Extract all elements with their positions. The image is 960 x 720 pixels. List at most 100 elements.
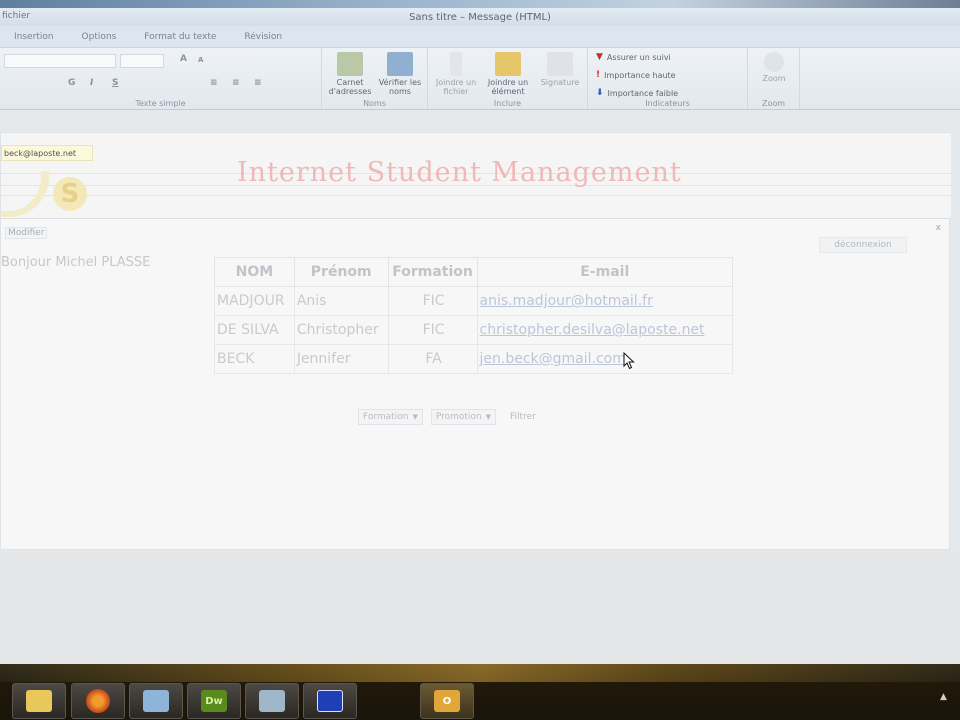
mouse-cursor-icon <box>623 352 635 370</box>
check-names-icon <box>387 52 413 76</box>
low-importance-button[interactable]: ⬇ Importance faible <box>596 88 678 98</box>
column-header-prenom: Prénom <box>293 257 389 287</box>
grow-font-button[interactable]: A <box>180 54 187 64</box>
modify-profile-link[interactable]: Modifier <box>5 227 48 239</box>
follow-up-button[interactable]: ▼ Assurer un suivi <box>596 52 671 62</box>
column-header-formation: Formation <box>387 257 478 287</box>
taskbar-item-app-blue[interactable] <box>303 683 357 719</box>
follow-up-label: Assurer un suivi <box>606 52 671 62</box>
table-row: BECK Jennifer FA jen.beck@gmail.com <box>214 344 733 374</box>
group-include-label: Inclure <box>493 99 522 108</box>
page-banner: beck@laposte.net S Internet Student Mana… <box>1 133 951 219</box>
address-book-label: Carnet d'adresses <box>328 78 372 96</box>
outlook-icon: O <box>434 690 460 712</box>
cell-nom: MADJOUR <box>214 286 295 316</box>
paperclip-icon <box>450 52 462 76</box>
check-names-button[interactable]: Vérifier les noms <box>376 52 424 96</box>
taskbar-item-firefox[interactable] <box>71 683 125 719</box>
table-row: MADJOUR Anis FIC anis.madjour@hotmail.fr <box>214 286 733 316</box>
tab-insertion[interactable]: Insertion <box>0 32 68 47</box>
group-names-label: Noms <box>363 99 386 108</box>
high-importance-button[interactable]: ! Importance haute <box>596 70 676 80</box>
students-table: NOM Prénom Formation E-mail MADJOUR Anis… <box>214 257 733 374</box>
formation-select-value: Formation <box>363 412 409 422</box>
filter-button[interactable]: Filtrer <box>504 412 542 422</box>
group-zoom: Zoom Zoom <box>748 48 800 109</box>
column-header-nom: NOM <box>214 257 295 287</box>
attach-file-label: Joindre un fichier <box>435 78 477 96</box>
address-book-button[interactable]: Carnet d'adresses <box>326 52 374 96</box>
cell-nom: DE SILVA <box>214 315 295 345</box>
exclamation-icon: ! <box>596 70 601 80</box>
close-icon[interactable]: x <box>936 223 941 233</box>
cell-formation: FIC <box>387 286 478 316</box>
formation-select[interactable]: Formation ▼ <box>358 409 423 425</box>
align-center-icon[interactable]: ≡ <box>232 78 240 88</box>
taskbar-item-explorer[interactable] <box>12 683 66 719</box>
align-left-icon[interactable]: ≡ <box>210 78 218 88</box>
chevron-down-icon: ▼ <box>412 413 418 421</box>
filter-bar: Formation ▼ Promotion ▼ Filtrer <box>358 409 542 425</box>
italic-button[interactable]: I <box>90 78 93 88</box>
tab-revision[interactable]: Révision <box>230 32 296 47</box>
title-bar: fichier Sans titre – Message (HTML) <box>0 8 960 26</box>
cell-nom: BECK <box>214 344 295 374</box>
app-label: fichier <box>2 11 31 21</box>
taskbar-item-dreamweaver[interactable]: Dw <box>187 683 241 719</box>
column-header-email: E-mail <box>476 257 733 287</box>
shrink-font-button[interactable]: A <box>198 56 203 64</box>
window-title: Sans titre – Message (HTML) <box>409 11 551 23</box>
show-tray-icon[interactable]: ▲ <box>940 692 947 702</box>
tab-format[interactable]: Format du texte <box>130 32 230 47</box>
ribbon-tabs: Insertion Options Format du texte Révisi… <box>0 26 960 48</box>
taskbar-item-virtualbox[interactable] <box>129 683 183 719</box>
signature-button[interactable]: Signature <box>536 52 584 87</box>
bold-button[interactable]: G <box>68 78 75 88</box>
tab-options[interactable]: Options <box>68 32 131 47</box>
attach-item-button[interactable]: Joindre un élément <box>484 52 532 96</box>
cell-email-link[interactable]: anis.madjour@hotmail.fr <box>476 286 733 316</box>
group-tags-label: Indicateurs <box>645 99 690 108</box>
font-size-field[interactable] <box>120 54 164 68</box>
chevron-down-icon: ▼ <box>485 413 492 421</box>
table-header-row: NOM Prénom Formation E-mail <box>214 257 733 287</box>
group-tags: ▼ Assurer un suivi ! Importance haute ⬇ … <box>588 48 748 109</box>
html-page: beck@laposte.net S Internet Student Mana… <box>0 132 951 550</box>
high-importance-label: Importance haute <box>604 70 676 80</box>
taskbar-glow <box>0 664 960 682</box>
taskbar-item-outlook[interactable]: O <box>420 683 474 719</box>
zoom-button[interactable]: Zoom <box>750 52 798 83</box>
check-names-label: Vérifier les noms <box>378 78 422 96</box>
promotion-select[interactable]: Promotion ▼ <box>430 409 497 425</box>
cell-email-link[interactable]: jen.beck@gmail.com <box>476 344 733 374</box>
banner-line <box>1 195 951 196</box>
cube-icon <box>143 690 169 712</box>
cell-formation: FIC <box>387 315 478 345</box>
cell-prenom: Jennifer <box>293 344 389 374</box>
group-font-label: Texte simple <box>135 99 186 108</box>
logo: S <box>1 167 93 217</box>
group-font: A A G I S ≡ ≡ ≡ Texte simple <box>0 48 322 109</box>
window-app-icon <box>317 690 343 712</box>
align-right-icon[interactable]: ≡ <box>254 78 262 88</box>
cell-prenom: Christopher <box>293 315 389 345</box>
logout-button[interactable]: déconnexion <box>819 237 907 253</box>
group-include: Joindre un fichier Joindre un élément Si… <box>428 48 588 109</box>
greeting-text: Bonjour Michel PLASSE <box>1 255 151 270</box>
page-title: Internet Student Management <box>237 157 682 188</box>
low-importance-label: Importance faible <box>607 88 679 98</box>
flag-icon: ▼ <box>596 52 603 62</box>
attach-file-button[interactable]: Joindre un fichier <box>432 52 480 96</box>
signature-icon <box>547 52 573 76</box>
underline-button[interactable]: S <box>112 78 118 88</box>
group-names: Carnet d'adresses Vérifier les noms Noms <box>322 48 428 109</box>
logo-letter: S <box>53 177 87 211</box>
window-lower-area <box>0 552 960 664</box>
cell-formation: FA <box>387 344 478 374</box>
folder-icon <box>26 690 52 712</box>
taskbar-item-app[interactable] <box>245 683 299 719</box>
cell-prenom: Anis <box>293 286 389 316</box>
font-name-field[interactable] <box>4 54 116 68</box>
cell-email-link[interactable]: christopher.desilva@laposte.net <box>476 315 733 345</box>
logo-arc <box>1 171 49 217</box>
